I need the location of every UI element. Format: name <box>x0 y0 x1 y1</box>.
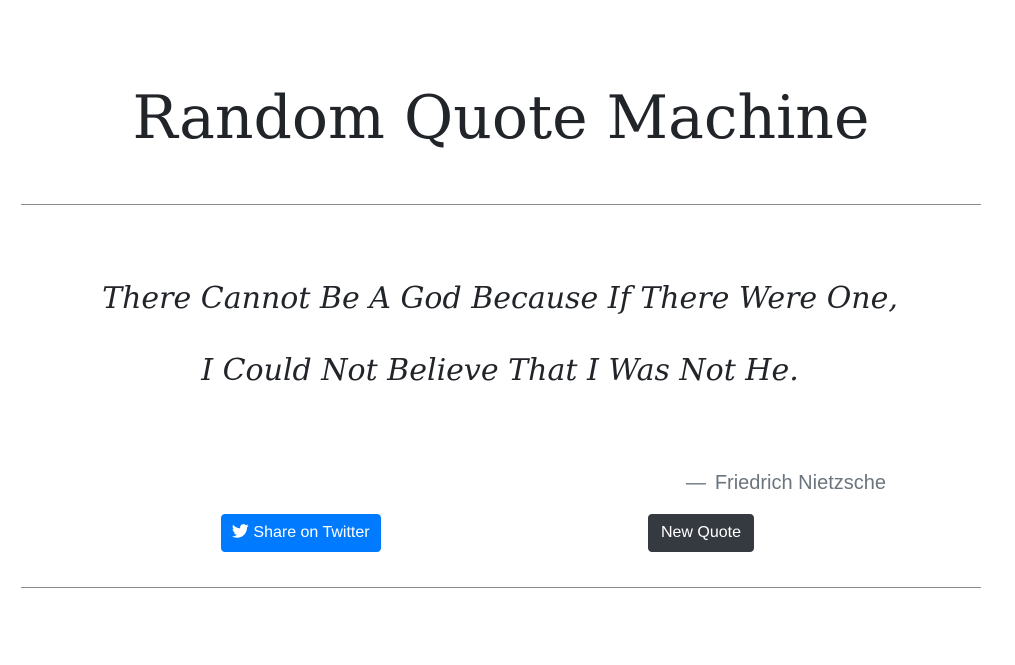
quote-text-line-2: I Could Not Believe That I Was Not He. <box>201 353 799 388</box>
top-divider <box>21 204 981 205</box>
share-on-twitter-button[interactable]: Share on Twitter <box>221 514 381 552</box>
author-dash: — <box>685 472 706 494</box>
quote-text-line-1: There Cannot Be A God Because If There W… <box>102 281 898 316</box>
new-quote-button[interactable]: New Quote <box>648 514 754 552</box>
author-name: Friedrich Nietzsche <box>714 472 886 494</box>
page-title: Random Quote Machine <box>132 83 870 153</box>
twitter-icon <box>232 524 250 538</box>
share-on-twitter-label: Share on Twitter <box>253 524 370 541</box>
bottom-divider <box>21 587 981 588</box>
quote-author: — Friedrich Nietzsche <box>686 470 886 496</box>
